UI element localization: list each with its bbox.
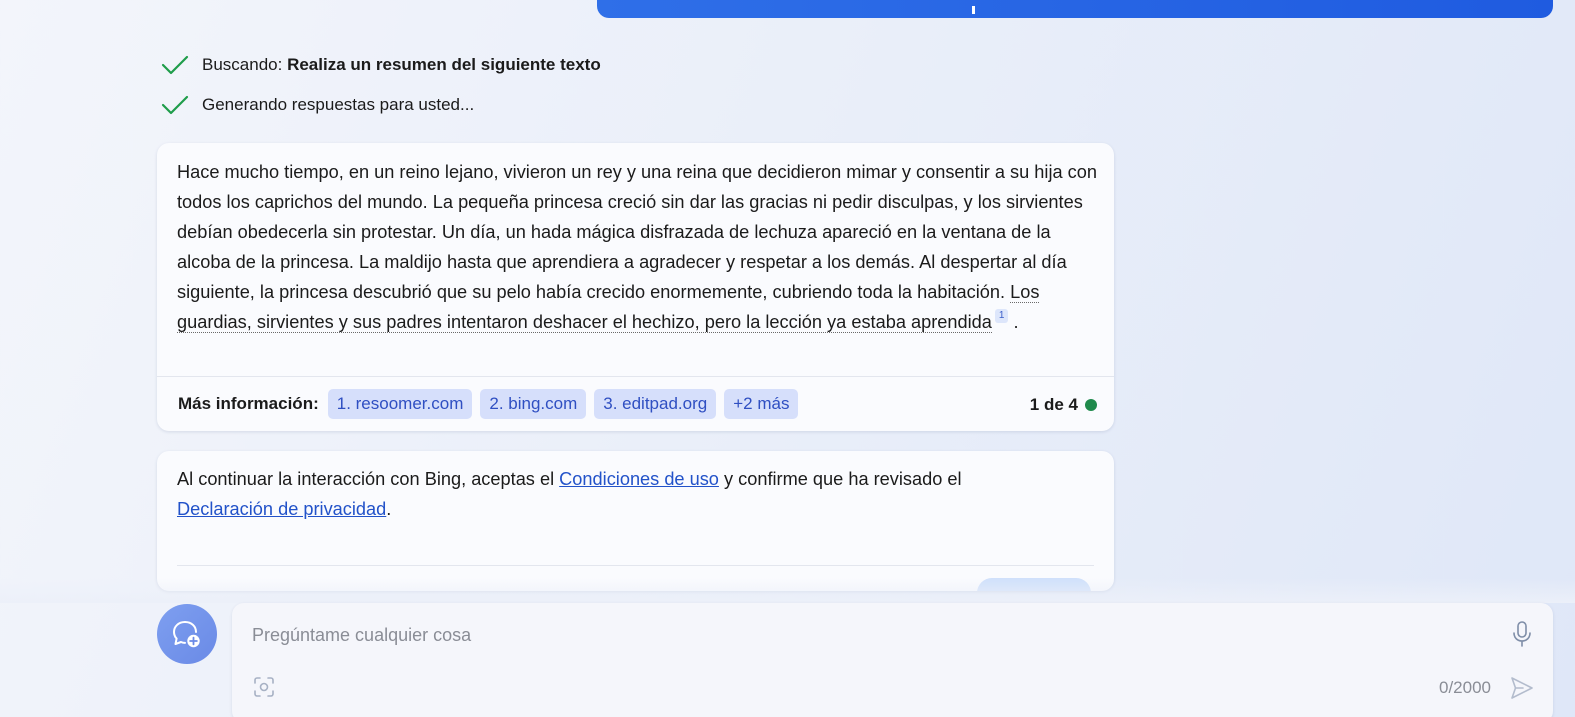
divider — [177, 565, 1094, 566]
more-sources-chip[interactable]: +2 más — [724, 389, 799, 419]
character-counter: 0/2000 — [1439, 678, 1491, 697]
check-icon — [161, 55, 189, 75]
response-count-text: 1 de 4 — [1029, 395, 1078, 414]
source-chip-editpad[interactable]: 3. editpad.org — [594, 389, 717, 419]
new-topic-icon — [173, 621, 200, 648]
answer-card: Hace mucho tiempo, en un reino lejano, v… — [157, 143, 1114, 431]
response-counter: 1 de 4 — [1030, 395, 1097, 415]
generating-text: Generando respuestas para usted... — [202, 95, 475, 114]
more-info-label: Más información: — [178, 394, 319, 413]
user-message-text-fragment — [972, 6, 975, 14]
chat-input[interactable]: Pregúntame cualquier cosa — [252, 625, 471, 646]
divider — [157, 376, 1114, 377]
microphone-icon[interactable] — [1511, 620, 1533, 648]
status-generating: Generando respuestas para usted... — [160, 93, 474, 117]
privacy-statement-link[interactable]: Declaración de privacidad — [177, 499, 386, 519]
scroll-fade — [0, 578, 1575, 603]
source-chip-resoomer[interactable]: 1. resoomer.com — [327, 389, 473, 419]
answer-body: Hace mucho tiempo, en un reino lejano, v… — [177, 162, 1097, 302]
status-searching: Buscando: Realiza un resumen del siguien… — [160, 53, 601, 77]
search-query: Realiza un resumen del siguiente texto — [287, 55, 601, 74]
terms-before: Al continuar la interacción con Bing, ac… — [177, 469, 560, 489]
terms-text: Al continuar la interacción con Bing, ac… — [177, 464, 1097, 524]
terms-end: . — [386, 499, 392, 519]
answer-end: . — [1008, 312, 1019, 332]
terms-of-use-link[interactable]: Condiciones de uso — [559, 469, 719, 489]
status-dot — [1085, 399, 1097, 411]
terms-card: Al continuar la interacción con Bing, ac… — [157, 451, 1114, 591]
new-topic-button[interactable] — [157, 604, 217, 664]
visual-search-icon[interactable] — [252, 675, 276, 699]
citation-marker[interactable]: 1 — [994, 309, 1009, 323]
send-icon[interactable] — [1509, 675, 1535, 701]
answer-text: Hace mucho tiempo, en un reino lejano, v… — [177, 157, 1097, 337]
more-info-bar: Más información: 1. resoomer.com 2. bing… — [178, 389, 806, 419]
chat-composer[interactable]: Pregúntame cualquier cosa 0/2000 — [232, 603, 1553, 717]
check-icon — [161, 95, 189, 115]
terms-middle: y confirme que ha revisado el — [718, 469, 962, 489]
source-chip-bing[interactable]: 2. bing.com — [480, 389, 587, 419]
user-message-bubble — [597, 0, 1553, 18]
search-prefix: Buscando: — [202, 55, 283, 74]
